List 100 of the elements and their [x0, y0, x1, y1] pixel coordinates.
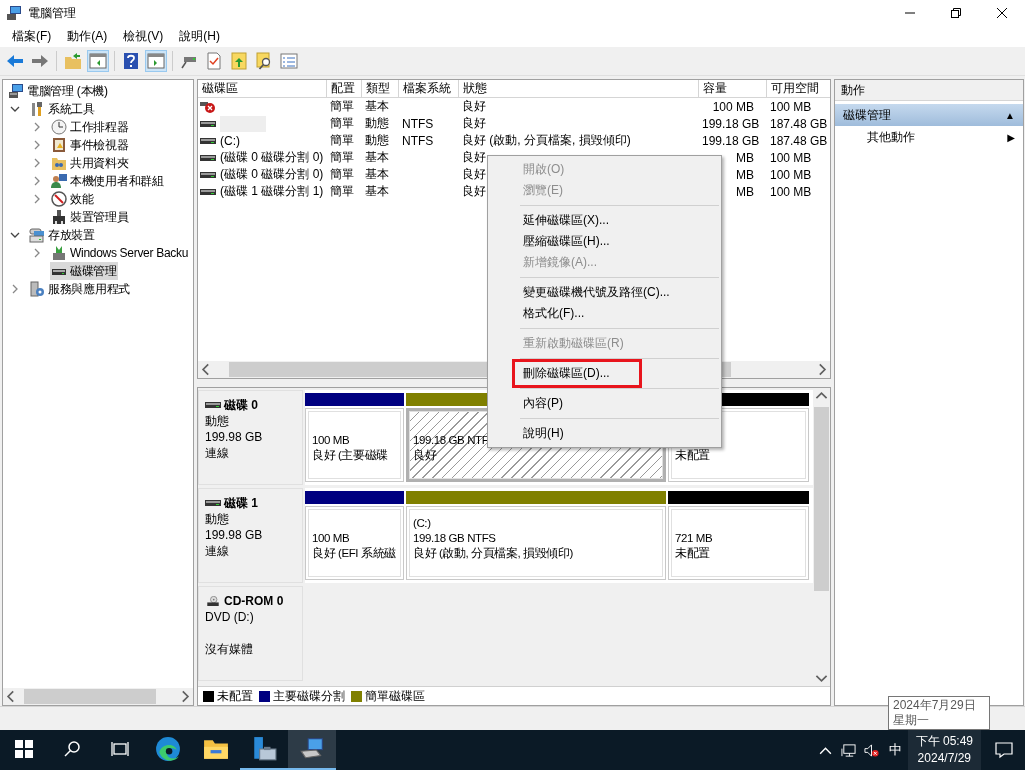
action-item[interactable]: 其他動作 ▶ [835, 126, 1023, 148]
menu-item[interactable]: 說明(H) [171, 26, 228, 47]
column-header[interactable]: 檔案系統 [398, 80, 458, 98]
column-header[interactable]: 狀態 [458, 80, 698, 98]
back-arrow-icon [6, 52, 24, 70]
server-icon [251, 736, 277, 762]
submenu-glyph: ▶ [1007, 131, 1015, 143]
partition-info: 未配置 [675, 448, 710, 463]
scrollbar[interactable] [813, 388, 830, 686]
device-icon [51, 209, 67, 225]
table-cell: 動態 [365, 116, 389, 130]
tree-item[interactable]: Windows Server Backu [50, 244, 190, 262]
menu-item[interactable]: 壓縮磁碟區(H)... [488, 231, 721, 252]
chevron-right-icon[interactable] [32, 158, 42, 168]
tree-item[interactable]: 服務與應用程式 [28, 280, 131, 298]
pane-icon [147, 52, 165, 70]
tree-item[interactable]: 工作排程器 [50, 118, 130, 136]
table-cell: 良好 (啟動, 分頁檔案, 損毀傾印) [462, 133, 631, 147]
backup-icon [51, 245, 67, 261]
table-cell: 簡單 [330, 184, 354, 198]
collapse-glyph[interactable]: ▲ [1005, 109, 1015, 121]
tree-item[interactable]: 磁碟管理 [50, 262, 118, 280]
disk-label-card[interactable]: 磁碟 0 動態 199.98 GB 連線 [198, 390, 303, 485]
table-cell: (磁碟 0 磁碟分割 0) [220, 166, 324, 183]
partition-info: 721 MB [675, 531, 713, 546]
table-cell: 基本 [365, 99, 389, 113]
table-cell: (磁碟 1 磁碟分割 1) [220, 183, 324, 200]
clock-button[interactable]: 下午 05:49 2024/7/29 [907, 730, 981, 770]
optical-drive-icon [205, 596, 221, 606]
clock-date: 2024/7/29 [917, 750, 971, 767]
scrollbar[interactable] [3, 688, 193, 705]
help-icon [122, 52, 140, 70]
table-cell: 187.48 GB [770, 116, 828, 131]
checklist-icon [205, 52, 223, 70]
table-cell: 良好 [462, 184, 486, 198]
chevron-right-icon[interactable] [10, 284, 20, 294]
column-header[interactable]: 磁碟區 [198, 80, 326, 98]
table-cell: 100 MB [770, 167, 812, 182]
table-cell: NTFS [402, 116, 434, 131]
tree-item[interactable]: 本機使用者和群組 [50, 172, 165, 190]
restore-icon [951, 8, 961, 18]
chevron-down-icon[interactable] [10, 230, 20, 240]
menu-item[interactable]: 變更磁碟機代號及路徑(C)... [488, 282, 721, 303]
list-icon [280, 52, 298, 70]
disk-label-card[interactable]: 磁碟 1 動態 199.98 GB 連線 [198, 488, 303, 583]
chevron-down-icon[interactable] [10, 104, 20, 114]
column-header[interactable]: 配置 [326, 80, 361, 98]
notification-icon[interactable] [995, 741, 1013, 759]
menu-item[interactable]: 動作(A) [59, 26, 116, 47]
toolbar-button[interactable] [62, 50, 84, 72]
network-icon[interactable] [840, 742, 856, 758]
table-cell: 簡單 [330, 133, 354, 147]
chevron-right-icon[interactable] [32, 194, 42, 204]
chevron-right-icon[interactable] [32, 122, 42, 132]
partition-info: 100 MB [312, 433, 350, 448]
actions-section[interactable]: 磁碟管理 ▲ [835, 104, 1023, 126]
chevron-right-icon[interactable] [32, 140, 42, 150]
partition-info: 100 MB [312, 531, 350, 546]
taskbar-button[interactable] [288, 730, 336, 770]
browser-icon [155, 736, 181, 762]
menu-item[interactable]: 延伸磁碟區(X)... [488, 210, 721, 231]
actions-header: 動作 [835, 80, 1023, 101]
disk-info: 動態 [205, 413, 230, 429]
disk-info: 連線 [205, 543, 230, 559]
speaker-muted-icon[interactable] [863, 742, 879, 758]
table-cell: 良好 [462, 150, 486, 164]
toolbar-button[interactable] [145, 50, 167, 72]
tree-item[interactable]: 事件檢視器 [50, 136, 130, 154]
tree-item[interactable]: 電腦管理 (本機) [7, 82, 109, 100]
table-cell: 基本 [365, 150, 389, 164]
menu-item[interactable]: 檢視(V) [115, 26, 172, 47]
table-cell: MB [736, 150, 754, 165]
disk-label-card[interactable]: CD-ROM 0 DVD (D:) 沒有媒體 [198, 586, 303, 681]
storage-icon [29, 227, 45, 243]
tree-item[interactable]: 系統工具 [28, 100, 96, 118]
table-cell: 187.48 GB [770, 133, 828, 148]
column-header[interactable]: 容量 [698, 80, 766, 98]
input-method-indicator[interactable]: 中 [888, 741, 902, 759]
tooltip-text: 星期一 [893, 713, 930, 728]
chevron-right-icon[interactable] [32, 176, 42, 186]
tree-item[interactable]: 裝置管理員 [50, 208, 130, 226]
table-cell: 100 MB [770, 99, 812, 114]
disk-info: 199.98 GB [205, 527, 264, 543]
column-header[interactable]: 可用空間 [766, 80, 830, 98]
table-cell: (C:) [220, 133, 240, 148]
toolbar-button[interactable] [228, 50, 250, 72]
tree-item[interactable]: 存放裝置 [28, 226, 96, 244]
tree-item[interactable]: 效能 [50, 190, 95, 208]
tree-item[interactable]: 共用資料夾 [50, 154, 130, 172]
table-cell: 簡單 [330, 116, 354, 130]
drive-icon [205, 400, 221, 410]
table-cell: 良好 [462, 167, 486, 181]
column-header[interactable]: 類型 [361, 80, 398, 98]
menu-item[interactable]: 格式化(F)... [488, 303, 721, 324]
menu-item[interactable]: 檔案(F) [4, 26, 60, 47]
toolbar-button[interactable] [87, 50, 109, 72]
legend-label: 簡單磁碟區 [365, 687, 425, 705]
chevron-right-icon[interactable] [32, 248, 42, 258]
table-cell: MB [736, 167, 754, 182]
menu-item[interactable]: 刪除磁碟區(D)... [515, 363, 610, 384]
